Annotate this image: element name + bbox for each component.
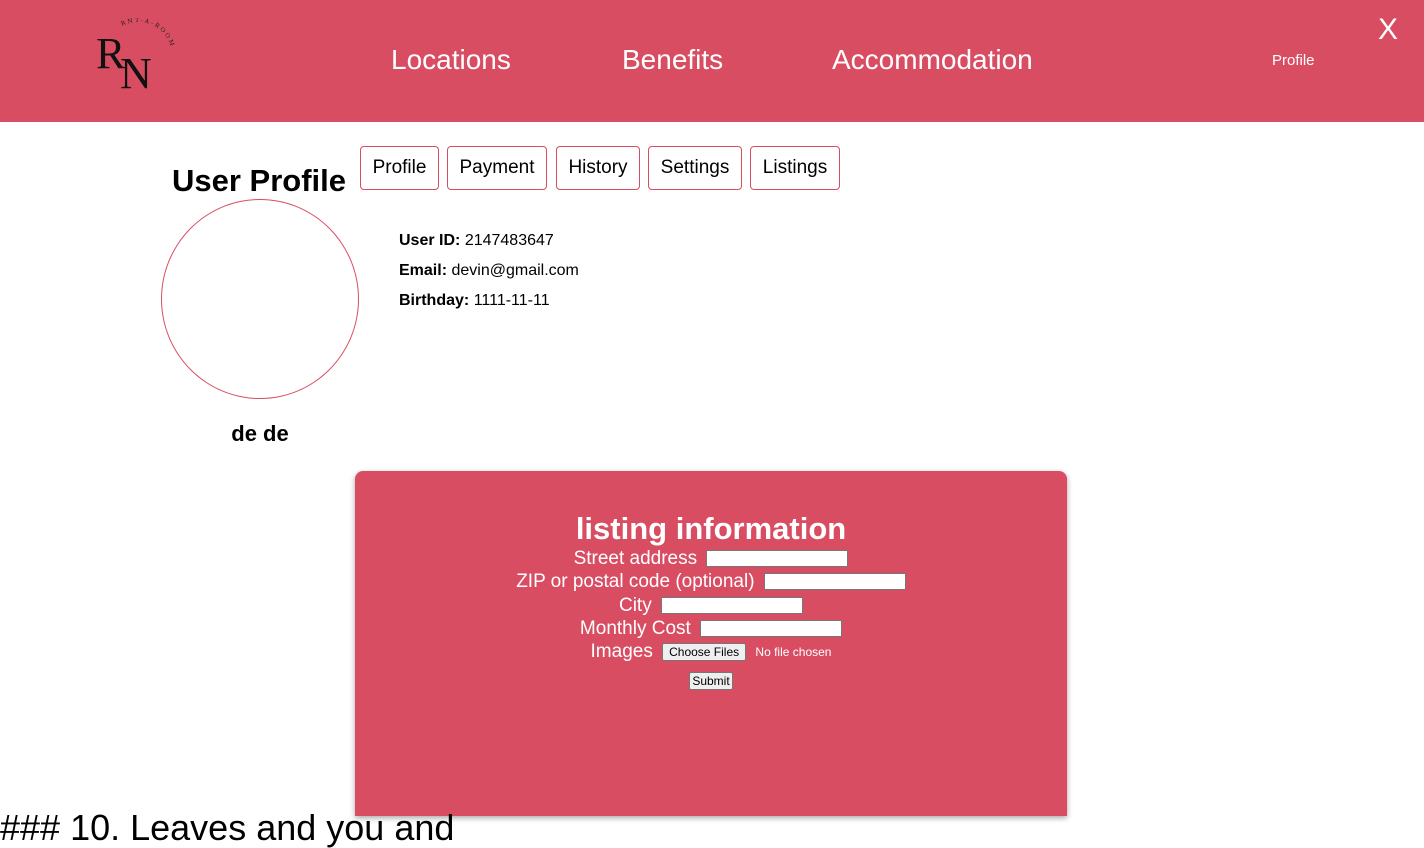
- file-status: No file chosen: [755, 645, 832, 659]
- monthly-cost-input[interactable]: [700, 620, 843, 638]
- city-input[interactable]: [661, 597, 803, 615]
- nav-accommodation[interactable]: Accommodation: [832, 44, 1033, 76]
- cost-row: Monthly Cost: [355, 618, 1067, 640]
- email-label: Email:: [399, 262, 448, 279]
- top-header: RNT-A-ROOM R N Locations Benefits Accomm…: [0, 0, 1424, 122]
- avatar: [161, 199, 359, 399]
- tab-settings[interactable]: Settings: [648, 146, 742, 190]
- listing-form-card: listing information Street address ZIP o…: [355, 471, 1067, 816]
- user-info: User ID: 2147483647 Email: devin@gmail.c…: [399, 226, 579, 316]
- city-row: City: [355, 595, 1067, 617]
- tab-listings[interactable]: Listings: [750, 146, 840, 190]
- zip-input[interactable]: [763, 573, 906, 591]
- street-label: Street address: [573, 548, 698, 569]
- zip-row: ZIP or postal code (optional): [355, 571, 1067, 593]
- street-row: Street address: [355, 548, 1067, 570]
- page-title: User Profile: [172, 163, 347, 198]
- street-address-input[interactable]: [706, 550, 849, 568]
- tab-profile[interactable]: Profile: [360, 146, 439, 190]
- nav-profile[interactable]: Profile: [1272, 52, 1315, 70]
- images-row: Images Choose Files No file chosen: [355, 641, 1067, 663]
- user-id-label: User ID:: [399, 232, 461, 249]
- svg-text:RNT-A-ROOM: RNT-A-ROOM: [120, 18, 176, 49]
- email-value: devin@gmail.com: [451, 262, 579, 279]
- svg-text:N: N: [120, 49, 152, 96]
- birthday-row: Birthday: 1111-11-11: [399, 286, 579, 316]
- rn-logo-icon: RNT-A-ROOM R N: [96, 18, 176, 96]
- choose-files-button[interactable]: Choose Files: [662, 643, 747, 661]
- nav-locations[interactable]: Locations: [391, 44, 511, 76]
- monthly-cost-label: Monthly Cost: [579, 618, 691, 639]
- brand-logo[interactable]: RNT-A-ROOM R N: [92, 18, 182, 96]
- tab-history[interactable]: History: [556, 146, 640, 190]
- user-name: de de: [231, 421, 289, 446]
- tab-payment[interactable]: Payment: [447, 146, 547, 190]
- user-id-row: User ID: 2147483647: [399, 226, 579, 256]
- birthday-value: 1111-11-11: [473, 292, 550, 309]
- submit-button[interactable]: Submit: [689, 672, 733, 690]
- images-label: Images: [590, 641, 653, 663]
- user-id-value: 2147483647: [464, 232, 554, 249]
- page-footer-text: ### 10. Leaves and you and: [0, 807, 455, 848]
- zip-label: ZIP or postal code (optional): [516, 571, 755, 592]
- nav-benefits[interactable]: Benefits: [622, 44, 723, 76]
- close-icon[interactable]: X: [1378, 14, 1398, 46]
- submit-row: Submit: [355, 669, 1067, 691]
- listing-form-title: listing information: [575, 511, 847, 546]
- birthday-label: Birthday:: [399, 292, 470, 309]
- city-label: City: [618, 595, 652, 616]
- email-row: Email: devin@gmail.com: [399, 256, 579, 286]
